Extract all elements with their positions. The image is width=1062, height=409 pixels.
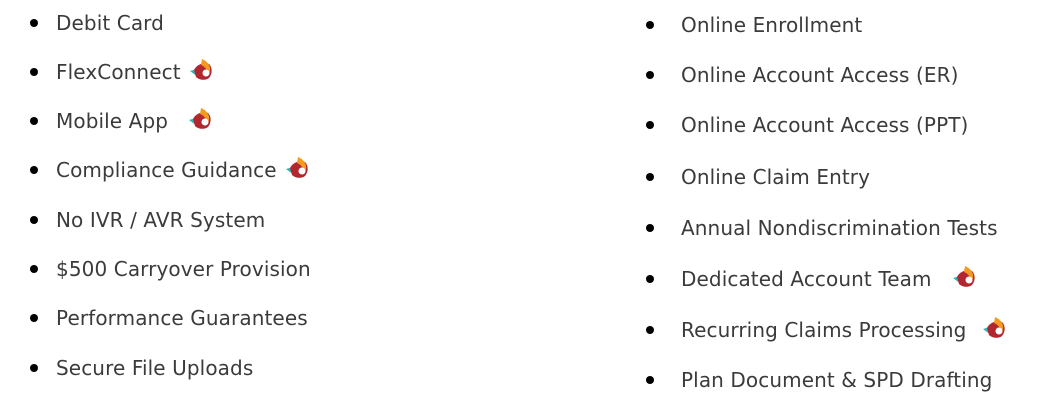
item-label: Online Account Access (ER) — [681, 63, 959, 87]
item-label: Recurring Claims Processing — [681, 318, 967, 342]
bullet-dot — [30, 166, 38, 174]
bullet-dot — [646, 121, 654, 129]
item-label: Debit Card — [56, 11, 164, 35]
item-label: Online Claim Entry — [681, 165, 871, 189]
bullet-dot — [30, 19, 38, 27]
item-label: Online Enrollment — [681, 13, 863, 37]
bullet-dot — [646, 224, 654, 232]
bullet-dot — [646, 376, 654, 384]
item-label: FlexConnect — [56, 60, 181, 84]
bullet-dot — [646, 173, 654, 181]
bullet-dot — [30, 265, 38, 273]
bullet-dot — [646, 71, 654, 79]
flame-leaf-icon — [189, 58, 212, 80]
flame-leaf-icon — [189, 107, 211, 129]
flame-leaf-icon — [285, 156, 308, 178]
bullet-dot — [30, 364, 38, 372]
item-label-wrap: Mobile App — [56, 104, 214, 138]
item-label: Secure File Uploads — [56, 356, 254, 380]
item-label-wrap: Dedicated Account Team — [681, 262, 978, 296]
bullet-dot — [30, 314, 38, 322]
item-label: Plan Document & SPD Drafting — [681, 368, 993, 392]
bullet-dot — [646, 21, 654, 29]
item-label: Mobile App — [56, 109, 169, 133]
bullet-dot — [646, 275, 654, 283]
bullet-dot — [30, 216, 38, 224]
item-label: Dedicated Account Team — [681, 267, 932, 291]
bullet-dot — [30, 68, 38, 76]
item-label-wrap: FlexConnect — [56, 55, 215, 89]
item-label: Annual Nondiscrimination Tests — [681, 216, 998, 240]
item-label: No IVR / AVR System — [56, 208, 266, 232]
flame-leaf-icon — [983, 316, 1006, 338]
bullet-dot — [646, 326, 654, 334]
item-label: $500 Carryover Provision — [56, 257, 311, 281]
item-label: Online Account Access (PPT) — [681, 113, 969, 137]
bullet-dot — [30, 117, 38, 125]
flame-leaf-icon — [952, 265, 975, 287]
item-label-wrap: Compliance Guidance — [56, 153, 311, 187]
item-label: Compliance Guidance — [56, 158, 277, 182]
item-label-wrap: Recurring Claims Processing — [681, 313, 1008, 347]
item-label: Performance Guarantees — [56, 306, 308, 330]
